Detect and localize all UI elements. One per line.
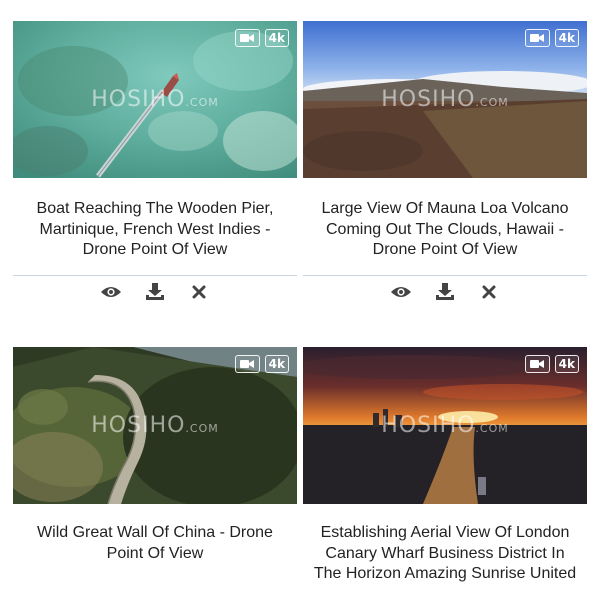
download-icon (146, 283, 164, 300)
close-icon (482, 285, 496, 299)
card-actions (13, 281, 297, 303)
download-button[interactable] (143, 281, 167, 303)
remove-button[interactable] (477, 281, 501, 303)
divider (13, 275, 297, 276)
divider (303, 275, 587, 276)
video-thumbnail[interactable]: 4k HOSIHO.COM (303, 21, 587, 178)
video-camera-icon (234, 355, 260, 373)
eye-icon (101, 287, 121, 297)
badges: 4k (524, 29, 579, 47)
close-icon (192, 285, 206, 299)
download-icon (436, 283, 454, 300)
card-actions (303, 281, 587, 303)
video-title[interactable]: Boat Reaching The Wooden Pier, Martiniqu… (13, 199, 297, 261)
quality-badge: 4k (554, 355, 579, 373)
badges: 4k (524, 355, 579, 373)
preview-button[interactable] (389, 281, 413, 303)
video-card: 4k HOSIHO.COM Wild Great Wall Of China -… (13, 347, 297, 564)
badges: 4k (234, 355, 289, 373)
download-button[interactable] (433, 281, 457, 303)
video-camera-icon (524, 29, 550, 47)
remove-button[interactable] (187, 281, 211, 303)
eye-icon (391, 287, 411, 297)
video-card: 4k HOSIHO.COM Boat Reaching The Wooden P… (13, 21, 297, 300)
quality-badge: 4k (264, 29, 289, 47)
video-thumbnail[interactable]: 4k HOSIHO.COM (13, 347, 297, 504)
preview-button[interactable] (99, 281, 123, 303)
video-title[interactable]: Establishing Aerial View Of London Canar… (303, 523, 587, 585)
video-card: 4k HOSIHO.COM Large View Of Mauna Loa Vo… (303, 21, 587, 300)
video-card: 4k HOSIHO.COM Establishing Aerial View O… (303, 347, 587, 585)
video-title[interactable]: Large View Of Mauna Loa Volcano Coming O… (303, 199, 587, 261)
video-thumbnail[interactable]: 4k HOSIHO.COM (13, 21, 297, 178)
video-camera-icon (524, 355, 550, 373)
quality-badge: 4k (264, 355, 289, 373)
video-camera-icon (234, 29, 260, 47)
video-title[interactable]: Wild Great Wall Of China - Drone Point O… (13, 523, 297, 564)
quality-badge: 4k (554, 29, 579, 47)
video-thumbnail[interactable]: 4k HOSIHO.COM (303, 347, 587, 504)
badges: 4k (234, 29, 289, 47)
